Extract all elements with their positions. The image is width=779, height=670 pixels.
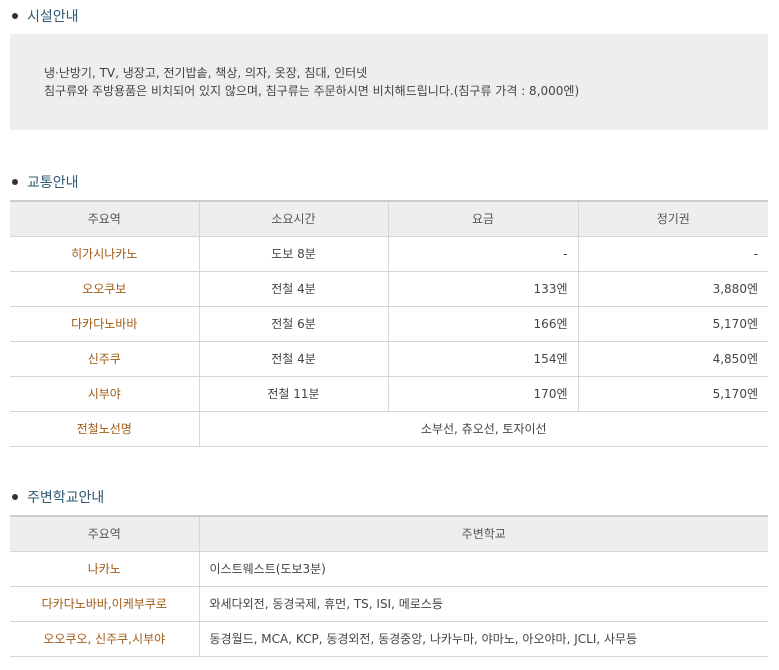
pass-cell: 5,170엔 (578, 306, 768, 342)
pass-cell: - (578, 236, 768, 272)
time-cell: 전철 4분 (199, 271, 389, 307)
pass-cell: 4,850엔 (578, 341, 768, 377)
time-cell: 전철 6분 (199, 306, 389, 342)
schools-title-text: 주변학교안내 (27, 490, 105, 506)
train-lines-value: 소부선, 츄오선, 토자이선 (199, 411, 768, 447)
col-header-fare: 요금 (388, 200, 579, 237)
fare-cell: 133엔 (388, 271, 579, 307)
col-header-schools: 주변학교 (199, 515, 768, 552)
station-cell: 시부야 (10, 376, 200, 412)
col-header-pass: 정기권 (578, 200, 768, 237)
station-cell: 신주쿠 (10, 341, 200, 377)
table-row: 시부야 전철 11분 170엔 5,170엔 (10, 376, 768, 412)
pass-cell: 5,170엔 (578, 376, 768, 412)
pass-cell: 3,880엔 (578, 271, 768, 307)
schools-cell: 와세다외전, 동경국제, 휴먼, TS, ISI, 메로스등 (199, 586, 768, 622)
schools-header-row: 주요역 주변학교 (10, 515, 768, 552)
station-cell: 오오쿠오, 신주쿠,시부야 (10, 621, 200, 657)
facility-section-title: 시설안내 (12, 6, 79, 26)
bullet-icon (12, 179, 18, 185)
schools-section-title: 주변학교안내 (12, 487, 104, 507)
station-cell: 오오쿠보 (10, 271, 200, 307)
bullet-icon (12, 13, 18, 19)
station-cell: 다카다노바바 (10, 306, 200, 342)
table-row: 다카다노바바 전철 6분 166엔 5,170엔 (10, 306, 768, 342)
table-row: 나카노 이스트웨스트(도보3분) (10, 551, 768, 587)
table-row: 히가시나카노 도보 8분 - - (10, 236, 768, 272)
time-cell: 도보 8분 (199, 236, 389, 272)
col-header-time: 소요시간 (199, 200, 389, 237)
table-row: 오오쿠오, 신주쿠,시부야 동경월드, MCA, KCP, 동경외전, 동경중앙… (10, 621, 768, 657)
transport-header-row: 주요역 소요시간 요금 정기권 (10, 200, 768, 237)
station-cell: 다카다노바바,이케부쿠로 (10, 586, 200, 622)
transport-title-text: 교통안내 (27, 175, 79, 191)
col-header-station: 주요역 (10, 200, 200, 237)
train-lines-label: 전철노선명 (10, 411, 200, 447)
table-row: 신주쿠 전철 4분 154엔 4,850엔 (10, 341, 768, 377)
transport-section-title: 교통안내 (12, 172, 79, 192)
fare-cell: 166엔 (388, 306, 579, 342)
bullet-icon (12, 494, 18, 500)
facility-info-box: 냉·난방기, TV, 냉장고, 전기밥솥, 책상, 의자, 옷장, 침대, 인터… (10, 34, 768, 130)
station-cell: 히가시나카노 (10, 236, 200, 272)
schools-cell: 이스트웨스트(도보3분) (199, 551, 768, 587)
time-cell: 전철 11분 (199, 376, 389, 412)
station-cell: 나카노 (10, 551, 200, 587)
fare-cell: 170엔 (388, 376, 579, 412)
col-header-station: 주요역 (10, 515, 200, 552)
transport-table: 주요역 소요시간 요금 정기권 히가시나카노 도보 8분 - - 오오쿠보 전철… (10, 200, 768, 447)
facility-amenities-text: 냉·난방기, TV, 냉장고, 전기밥솥, 책상, 의자, 옷장, 침대, 인터… (44, 66, 368, 80)
table-row: 다카다노바바,이케부쿠로 와세다외전, 동경국제, 휴먼, TS, ISI, 메… (10, 586, 768, 622)
train-lines-row: 전철노선명 소부선, 츄오선, 토자이선 (10, 411, 768, 447)
schools-table: 주요역 주변학교 나카노 이스트웨스트(도보3분) 다카다노바바,이케부쿠로 와… (10, 515, 768, 657)
table-row: 오오쿠보 전철 4분 133엔 3,880엔 (10, 271, 768, 307)
facility-title-text: 시설안내 (27, 9, 79, 25)
fare-cell: - (388, 236, 579, 272)
schools-cell: 동경월드, MCA, KCP, 동경외전, 동경중앙, 나카누마, 야마노, 아… (199, 621, 768, 657)
time-cell: 전철 4분 (199, 341, 389, 377)
facility-bedding-note: 침구류와 주방용품은 비치되어 있지 않으며, 침구류는 주문하시면 비치해드립… (44, 84, 580, 98)
fare-cell: 154엔 (388, 341, 579, 377)
